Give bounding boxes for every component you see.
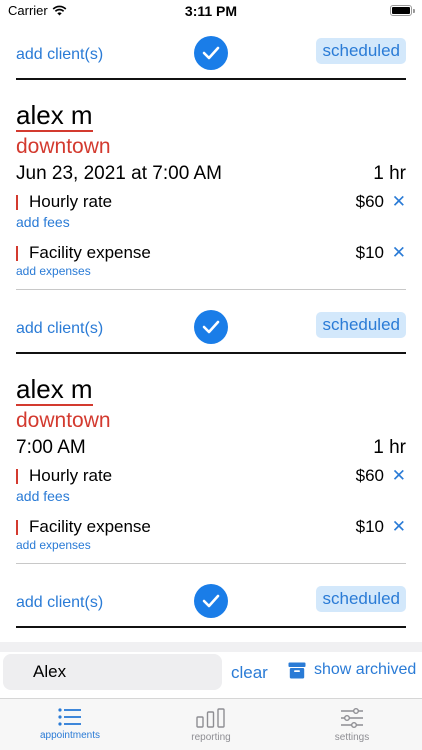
client-name[interactable]: alex m <box>16 100 93 132</box>
clear-button[interactable]: clear <box>231 663 268 683</box>
complete-button[interactable] <box>194 584 228 618</box>
sliders-icon <box>341 708 363 728</box>
appointment-toolbar: add client(s) scheduled <box>0 584 422 624</box>
fee-label: Hourly rate <box>29 192 113 211</box>
remove-expense-icon[interactable]: ✕ <box>392 243 406 263</box>
fee-item: Hourly rate $60 ✕ <box>16 465 406 489</box>
status-bar: Carrier 3:11 PM <box>0 0 422 24</box>
item-marker <box>16 246 18 261</box>
appointment-duration[interactable]: 1 hr <box>373 437 406 459</box>
fee-amount: $60 <box>355 192 384 211</box>
section-divider <box>16 352 406 354</box>
fee-amount: $60 <box>355 466 384 485</box>
tab-bar: appointments reporting settings <box>0 698 422 750</box>
status-badge[interactable]: scheduled <box>316 38 406 64</box>
expense-item: Facility expense $10 ✕ <box>16 516 406 540</box>
section-divider <box>16 626 406 628</box>
show-archived-label: show archived <box>314 661 417 678</box>
remove-fee-icon[interactable]: ✕ <box>392 192 406 212</box>
location-label[interactable]: downtown <box>16 409 111 433</box>
checkmark-icon <box>202 594 220 608</box>
add-clients-button[interactable]: add client(s) <box>16 320 103 338</box>
add-expenses-link[interactable]: add expenses <box>16 538 91 552</box>
add-clients-button[interactable]: add client(s) <box>16 594 103 612</box>
appointment-duration[interactable]: 1 hr <box>373 163 406 185</box>
status-badge[interactable]: scheduled <box>316 312 406 338</box>
item-marker <box>16 520 18 535</box>
location-label[interactable]: downtown <box>16 135 111 159</box>
card-divider <box>16 563 406 564</box>
expense-amount: $10 <box>355 517 384 536</box>
add-fees-link[interactable]: add fees <box>16 488 70 504</box>
tab-label: appointments <box>39 730 101 741</box>
expense-label: Facility expense <box>29 243 151 262</box>
expense-amount: $10 <box>355 243 384 262</box>
appointment-toolbar: add client(s) scheduled <box>0 310 422 350</box>
section-divider <box>16 78 406 80</box>
expense-item: Facility expense $10 ✕ <box>16 242 406 266</box>
fee-label: Hourly rate <box>29 466 113 485</box>
archive-box-icon <box>288 662 306 678</box>
checkmark-icon <box>202 320 220 334</box>
client-name[interactable]: alex m <box>16 374 93 406</box>
card-divider <box>16 289 406 290</box>
status-badge[interactable]: scheduled <box>316 586 406 612</box>
list-icon <box>58 708 81 726</box>
tab-label: reporting <box>191 732 231 743</box>
battery-icon <box>390 5 415 16</box>
status-time: 3:11 PM <box>184 3 238 19</box>
add-clients-button[interactable]: add client(s) <box>16 46 103 64</box>
appointment-toolbar: add client(s) scheduled <box>0 36 422 76</box>
list-footer-band <box>0 642 422 652</box>
appointment-datetime[interactable]: Jun 23, 2021 at 7:00 AM <box>16 163 222 185</box>
tab-settings[interactable]: settings <box>282 699 422 750</box>
expense-label: Facility expense <box>29 517 151 536</box>
remove-expense-icon[interactable]: ✕ <box>392 517 406 537</box>
tab-appointments[interactable]: appointments <box>0 699 140 750</box>
show-archived-button[interactable]: show archived <box>288 661 416 679</box>
item-marker <box>16 469 18 484</box>
complete-button[interactable] <box>194 36 228 70</box>
tab-reporting[interactable]: reporting <box>141 699 281 750</box>
item-marker <box>16 195 18 210</box>
complete-button[interactable] <box>194 310 228 344</box>
add-expenses-link[interactable]: add expenses <box>16 264 91 278</box>
fee-item: Hourly rate $60 ✕ <box>16 191 406 215</box>
add-fees-link[interactable]: add fees <box>16 214 70 230</box>
tab-label: settings <box>334 732 370 743</box>
checkmark-icon <box>202 46 220 60</box>
remove-fee-icon[interactable]: ✕ <box>392 466 406 486</box>
bar-chart-icon <box>196 708 225 728</box>
search-input[interactable] <box>3 654 222 690</box>
appointment-datetime[interactable]: 7:00 AM <box>16 437 86 459</box>
